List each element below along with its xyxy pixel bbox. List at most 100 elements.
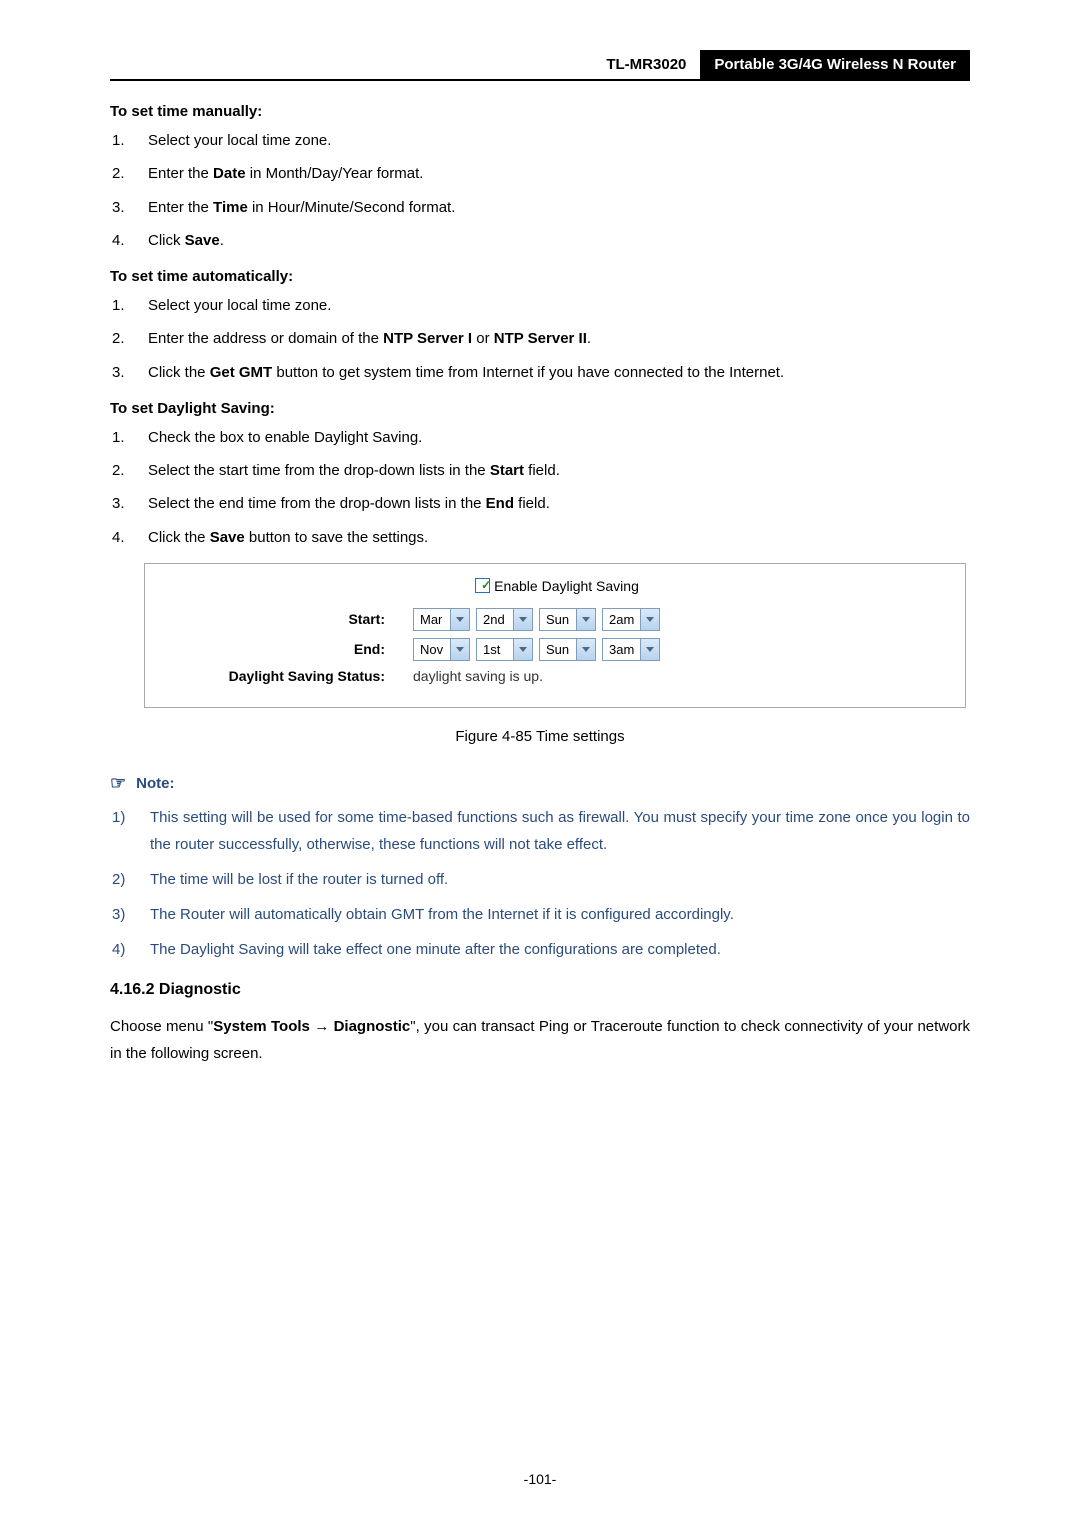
list-num: 2.: [112, 161, 125, 187]
enable-daylight-label: Enable Daylight Saving: [494, 578, 639, 594]
select-value: 2nd: [477, 612, 513, 627]
list-item: 3.Enter the Time in Hour/Minute/Second f…: [148, 195, 970, 221]
enable-daylight-checkbox[interactable]: ✓: [475, 578, 490, 593]
text: button to save the settings.: [245, 529, 428, 546]
select-value: Mar: [414, 612, 450, 627]
text-bold: NTP Server I: [383, 330, 472, 347]
list-item: 2.Enter the Date in Month/Day/Year forma…: [148, 161, 970, 187]
text: field.: [524, 462, 560, 479]
text-bold: Save: [185, 232, 220, 249]
list-num: 1.: [112, 425, 125, 451]
list-manual: 1.Select your local time zone. 2.Enter t…: [110, 128, 970, 254]
status-value: daylight saving is up.: [413, 668, 543, 684]
list-item: 1.Select your local time zone.: [148, 128, 970, 154]
chevron-down-icon: [576, 609, 595, 630]
section-heading-diagnostic: 4.16.2 Diagnostic: [110, 981, 970, 999]
text: Check the box to enable Daylight Saving.: [148, 429, 422, 446]
text: Click: [148, 232, 185, 249]
text: Enter the address or domain of the: [148, 330, 383, 347]
diagnostic-paragraph: Choose menu "System Tools → Diagnostic",…: [110, 1013, 970, 1067]
note-label: Note:: [136, 775, 174, 792]
text: button to get system time from Internet …: [272, 364, 784, 381]
text-bold: Get GMT: [210, 364, 273, 381]
enable-daylight-row: ✓ Enable Daylight Saving: [155, 578, 955, 594]
text: The Daylight Saving will take effect one…: [150, 941, 721, 958]
list-num: 4.: [112, 228, 125, 254]
section-title-auto: To set time automatically:: [110, 268, 970, 285]
end-week-select[interactable]: 1st: [476, 638, 533, 661]
start-row: Start: Mar 2nd Sun 2am: [155, 608, 955, 631]
text: The Router will automatically obtain GMT…: [150, 906, 734, 923]
select-value: 2am: [603, 612, 640, 627]
list-num: 3.: [112, 360, 125, 386]
figure-caption: Figure 4-85 Time settings: [110, 728, 970, 745]
list-num: 2): [112, 866, 125, 893]
start-label: Start:: [155, 611, 413, 627]
chevron-down-icon: [640, 639, 659, 660]
chevron-down-icon: [450, 639, 469, 660]
text: Select the start time from the drop-down…: [148, 462, 490, 479]
note-heading: ☞ Note:: [110, 773, 970, 794]
start-week-select[interactable]: 2nd: [476, 608, 533, 631]
text-bold: Date: [213, 165, 246, 182]
text: or: [472, 330, 494, 347]
text: field.: [514, 495, 550, 512]
text-bold: Start: [490, 462, 524, 479]
text: in Month/Day/Year format.: [246, 165, 424, 182]
chevron-down-icon: [450, 609, 469, 630]
text-bold: Diagnostic: [334, 1018, 411, 1035]
select-value: Sun: [540, 612, 576, 627]
end-row: End: Nov 1st Sun 3am: [155, 638, 955, 661]
chevron-down-icon: [576, 639, 595, 660]
chevron-down-icon: [640, 609, 659, 630]
list-num: 1): [112, 804, 125, 831]
text: in Hour/Minute/Second format.: [248, 199, 456, 216]
select-value: 1st: [477, 642, 513, 657]
text: Select your local time zone.: [148, 132, 331, 149]
list-item: 2)The time will be lost if the router is…: [150, 866, 970, 893]
text: The time will be lost if the router is t…: [150, 871, 448, 888]
select-value: Sun: [540, 642, 576, 657]
start-day-select[interactable]: Sun: [539, 608, 596, 631]
text: Enter the: [148, 199, 213, 216]
text: This setting will be used for some time-…: [150, 809, 970, 853]
text: Select your local time zone.: [148, 297, 331, 314]
start-hour-select[interactable]: 2am: [602, 608, 660, 631]
start-month-select[interactable]: Mar: [413, 608, 470, 631]
header-title: Portable 3G/4G Wireless N Router: [700, 50, 970, 79]
list-num: 1.: [112, 293, 125, 319]
text: .: [587, 330, 591, 347]
section-title-daylight: To set Daylight Saving:: [110, 400, 970, 417]
pointing-hand-icon: ☞: [110, 773, 126, 794]
end-label: End:: [155, 641, 413, 657]
list-item: 1.Select your local time zone.: [148, 293, 970, 319]
chevron-down-icon: [513, 609, 532, 630]
list-item: 2.Enter the address or domain of the NTP…: [148, 326, 970, 352]
select-value: 3am: [603, 642, 640, 657]
end-day-select[interactable]: Sun: [539, 638, 596, 661]
list-num: 4.: [112, 525, 125, 551]
list-item: 3)The Router will automatically obtain G…: [150, 901, 970, 928]
page-number: -101-: [0, 1471, 1080, 1487]
list-num: 2.: [112, 326, 125, 352]
note-list: 1) This setting will be used for some tim…: [110, 804, 970, 963]
list-item: 4)The Daylight Saving will take effect o…: [150, 936, 970, 963]
text-bold: NTP Server II: [494, 330, 587, 347]
status-label: Daylight Saving Status:: [155, 668, 413, 684]
list-num: 3.: [112, 195, 125, 221]
text: Choose menu ": [110, 1018, 213, 1035]
text-bold: System Tools: [213, 1018, 310, 1035]
text-bold: Time: [213, 199, 248, 216]
chevron-down-icon: [513, 639, 532, 660]
status-row: Daylight Saving Status: daylight saving …: [155, 668, 955, 684]
list-num: 1.: [112, 128, 125, 154]
text: Click the: [148, 364, 210, 381]
end-hour-select[interactable]: 3am: [602, 638, 660, 661]
checkmark-icon: ✓: [481, 578, 491, 592]
daylight-saving-panel: ✓ Enable Daylight Saving Start: Mar 2nd …: [144, 563, 966, 708]
list-item: 2.Select the start time from the drop-do…: [148, 458, 970, 484]
header-model: TL-MR3020: [600, 50, 700, 79]
section-title-manual: To set time manually:: [110, 103, 970, 120]
end-month-select[interactable]: Nov: [413, 638, 470, 661]
list-num: 4): [112, 936, 125, 963]
